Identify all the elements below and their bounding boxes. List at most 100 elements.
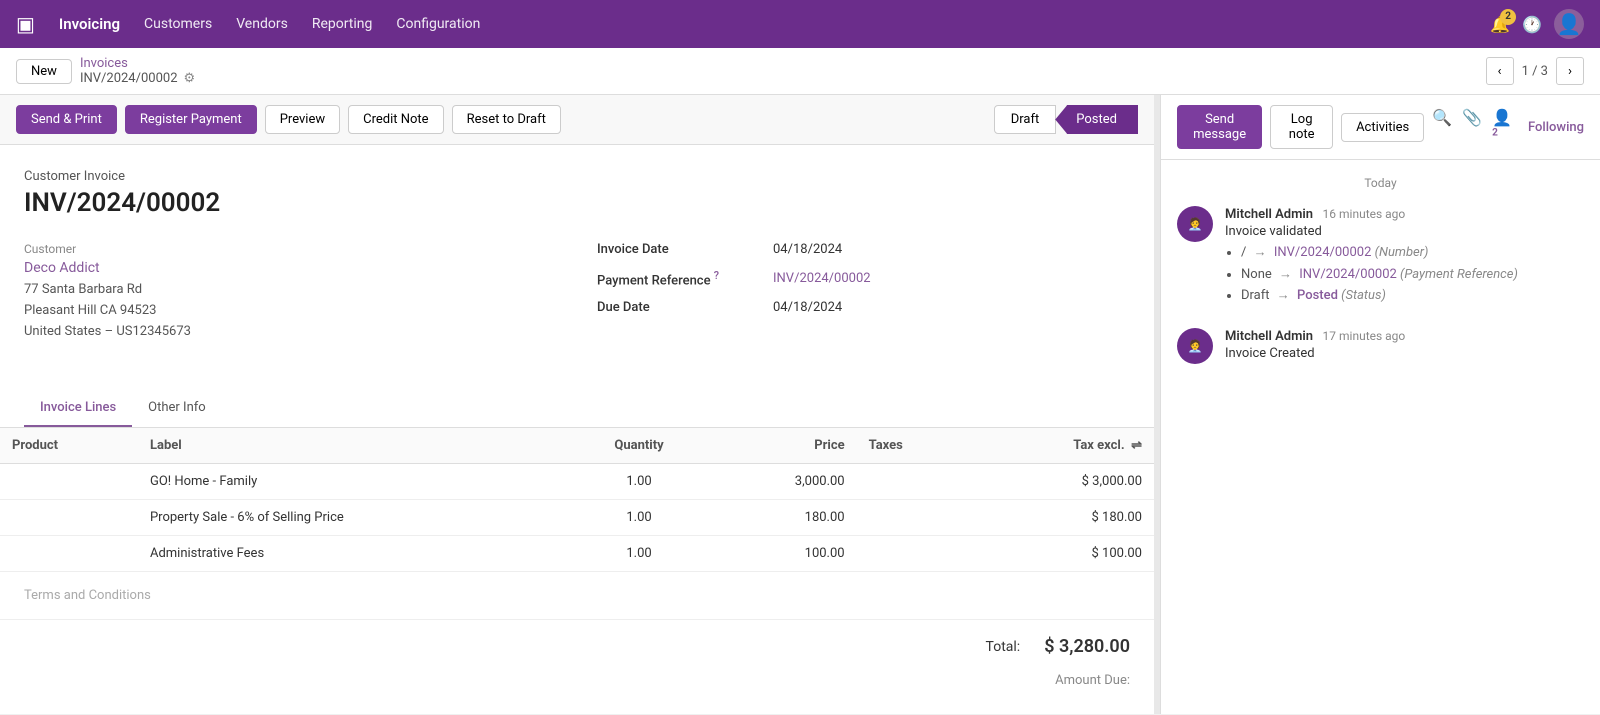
avatar-emoji: 🧑‍💼 [1188, 339, 1203, 353]
notification-badge: 2 [1500, 9, 1516, 25]
col-price: Price [711, 428, 856, 464]
invoice-type-label: Customer Invoice [24, 169, 1130, 184]
total-value: $ 3,280.00 [1044, 636, 1130, 657]
table-header-row: Product Label Quantity Price Taxes Tax e… [0, 428, 1154, 464]
invoice-content: Customer Invoice INV/2024/00002 Customer… [0, 145, 1154, 390]
status-flow: Draft Posted [994, 105, 1138, 134]
gear-icon[interactable]: ⚙ [184, 71, 196, 86]
right-panel: Send message Log note Activities 🔍 📎 👤2 … [1160, 95, 1600, 714]
feed-change-item: / → INV/2024/00002 (Number) [1241, 243, 1584, 263]
reset-to-draft-button[interactable]: Reset to Draft [452, 105, 561, 134]
top-nav: ▣ Invoicing Customers Vendors Reporting … [0, 0, 1600, 48]
address-line2: Pleasant Hill CA 94523 [24, 301, 557, 322]
cell-price: 100.00 [711, 536, 856, 572]
pagination-label: 1 / 3 [1522, 64, 1548, 79]
payment-ref-value[interactable]: INV/2024/00002 [773, 271, 871, 286]
address-line3: United States – US12345673 [24, 322, 557, 343]
col-taxes: Taxes [857, 428, 972, 464]
avatar-face: 👤 [1557, 12, 1582, 36]
totals-section: Total: $ 3,280.00 [0, 620, 1154, 673]
log-note-button[interactable]: Log note [1270, 105, 1333, 149]
feed-item: 🧑‍💼 Mitchell Admin 17 minutes ago Invoic… [1177, 328, 1584, 364]
new-button[interactable]: New [16, 59, 72, 84]
feed-avatar: 🧑‍💼 [1177, 206, 1213, 242]
cell-tax-excl: $ 100.00 [971, 536, 1154, 572]
feed-item: 🧑‍💼 Mitchell Admin 16 minutes ago Invoic… [1177, 206, 1584, 308]
invoice-date-value[interactable]: 04/18/2024 [773, 242, 842, 257]
feed-change-link[interactable]: INV/2024/00002 [1299, 267, 1397, 282]
amount-due-section: Amount Due: [0, 673, 1154, 704]
cell-quantity: 1.00 [567, 536, 711, 572]
feed-time: 16 minutes ago [1323, 207, 1406, 221]
clock-icon[interactable]: 🕐 [1522, 15, 1542, 34]
cell-label: Property Sale - 6% of Selling Price [138, 500, 567, 536]
invoice-date-row: Invoice Date 04/18/2024 [597, 242, 1130, 257]
avatar-emoji: 🧑‍💼 [1188, 217, 1203, 231]
tab-invoice-lines[interactable]: Invoice Lines [24, 390, 132, 427]
search-icon[interactable]: 🔍 [1432, 108, 1452, 146]
cell-quantity: 1.00 [567, 464, 711, 500]
feed-change-item: Draft → Posted (Status) [1241, 286, 1584, 306]
prev-button[interactable]: ‹ [1486, 57, 1514, 85]
tab-other-info[interactable]: Other Info [132, 390, 222, 427]
apps-icon[interactable]: ▣ [16, 12, 35, 36]
payment-ref-tooltip[interactable]: ? [714, 269, 719, 282]
credit-note-button[interactable]: Credit Note [348, 105, 443, 134]
due-date-value[interactable]: 04/18/2024 [773, 300, 842, 315]
status-draft-button[interactable]: Draft [994, 105, 1057, 134]
breadcrumb-parent[interactable]: Invoices [80, 56, 195, 71]
invoice-tabs: Invoice Lines Other Info [0, 390, 1154, 428]
send-message-button[interactable]: Send message [1177, 105, 1262, 149]
col-tax-excl: Tax excl. ⇌ [971, 428, 1154, 464]
payment-ref-label: Payment Reference ? [597, 269, 757, 288]
feed-action: Invoice validated [1225, 224, 1584, 239]
feed-body: Mitchell Admin 17 minutes ago Invoice Cr… [1225, 328, 1584, 364]
cell-product [0, 464, 138, 500]
pagination: ‹ 1 / 3 › [1486, 57, 1584, 85]
feed-author: Mitchell Admin [1225, 329, 1313, 344]
col-label: Label [138, 428, 567, 464]
next-button[interactable]: › [1556, 57, 1584, 85]
feed-author: Mitchell Admin [1225, 207, 1313, 222]
nav-reporting[interactable]: Reporting [312, 16, 373, 32]
status-posted-button[interactable]: Posted [1055, 105, 1138, 134]
attachment-icon[interactable]: 📎 [1462, 108, 1482, 146]
nav-configuration[interactable]: Configuration [396, 16, 480, 32]
feed-time: 17 minutes ago [1323, 329, 1406, 343]
nav-customers[interactable]: Customers [144, 16, 212, 32]
amount-due-label: Amount Due: [1055, 673, 1130, 688]
invoice-header: Customer Deco Addict 77 Santa Barbara Rd… [24, 242, 1130, 342]
cell-label: Administrative Fees [138, 536, 567, 572]
table-row: Administrative Fees 1.00 100.00 $ 100.00 [0, 536, 1154, 572]
feed-status-new: Posted [1297, 288, 1338, 303]
customer-field-label: Customer [24, 242, 557, 256]
table-row: Property Sale - 6% of Selling Price 1.00… [0, 500, 1154, 536]
feed-action: Invoice Created [1225, 346, 1584, 361]
cell-taxes [857, 500, 972, 536]
preview-button[interactable]: Preview [265, 105, 340, 134]
col-quantity: Quantity [567, 428, 711, 464]
breadcrumb: Invoices INV/2024/00002 ⚙ [80, 56, 195, 86]
customer-address: 77 Santa Barbara Rd Pleasant Hill CA 945… [24, 280, 557, 342]
cell-taxes [857, 536, 972, 572]
user-count-icon[interactable]: 👤2 [1492, 108, 1512, 146]
feed-change-link[interactable]: INV/2024/00002 [1274, 245, 1372, 260]
customer-section: Customer Deco Addict 77 Santa Barbara Rd… [24, 242, 557, 342]
notifications-icon[interactable]: 🔔 2 [1490, 15, 1510, 34]
feed-body: Mitchell Admin 16 minutes ago Invoice va… [1225, 206, 1584, 308]
following-button[interactable]: Following [1528, 120, 1584, 135]
user-avatar[interactable]: 👤 [1554, 9, 1584, 39]
activities-button[interactable]: Activities [1341, 113, 1424, 142]
col-product: Product [0, 428, 138, 464]
register-payment-button[interactable]: Register Payment [125, 105, 257, 134]
nav-vendors[interactable]: Vendors [236, 16, 288, 32]
total-row: Total: $ 3,280.00 [986, 636, 1130, 657]
send-print-button[interactable]: Send & Print [16, 105, 117, 134]
invoice-table: Product Label Quantity Price Taxes Tax e… [0, 428, 1154, 572]
cell-tax-excl: $ 3,000.00 [971, 464, 1154, 500]
terms-placeholder: Terms and Conditions [24, 588, 151, 603]
customer-name[interactable]: Deco Addict [24, 260, 557, 276]
cell-tax-excl: $ 180.00 [971, 500, 1154, 536]
terms-row[interactable]: Terms and Conditions [0, 572, 1154, 620]
breadcrumb-current: INV/2024/00002 ⚙ [80, 71, 195, 86]
